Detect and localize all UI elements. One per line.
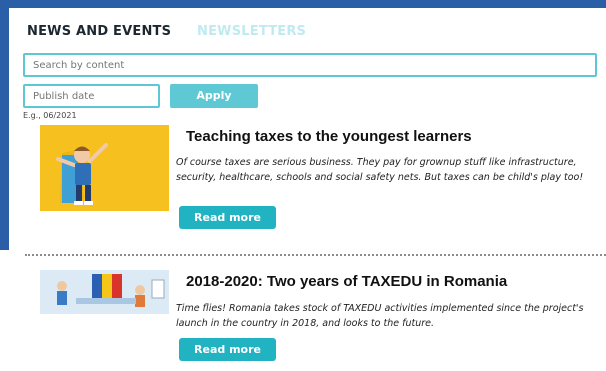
date-format-hint: E.g., 06/2021 <box>23 111 77 120</box>
news-panel: NEWS AND EVENTS NEWSLETTERS Apply E.g., … <box>9 8 606 371</box>
search-input[interactable] <box>23 53 597 77</box>
article-thumbnail-classroom[interactable] <box>40 270 169 314</box>
article-title[interactable]: Teaching taxes to the youngest learners <box>186 128 472 145</box>
tab-newsletters[interactable]: NEWSLETTERS <box>197 24 306 39</box>
window-frame <box>0 0 606 6</box>
article-thumbnail-child[interactable] <box>40 125 169 211</box>
article-divider <box>25 254 606 256</box>
content-edge <box>0 250 9 371</box>
article-excerpt: Of course taxes are serious business. Th… <box>176 157 584 183</box>
apply-button[interactable]: Apply <box>170 84 258 108</box>
article-title[interactable]: 2018-2020: Two years of TAXEDU in Romani… <box>186 273 507 290</box>
read-more-button[interactable]: Read more <box>179 338 276 361</box>
child-illustration <box>40 125 169 211</box>
publish-date-input[interactable] <box>23 84 160 108</box>
tab-news-and-events[interactable]: NEWS AND EVENTS <box>27 24 171 39</box>
classroom-illustration <box>40 270 169 314</box>
read-more-button[interactable]: Read more <box>179 206 276 229</box>
article-excerpt: Time flies! Romania takes stock of TAXED… <box>176 303 584 329</box>
